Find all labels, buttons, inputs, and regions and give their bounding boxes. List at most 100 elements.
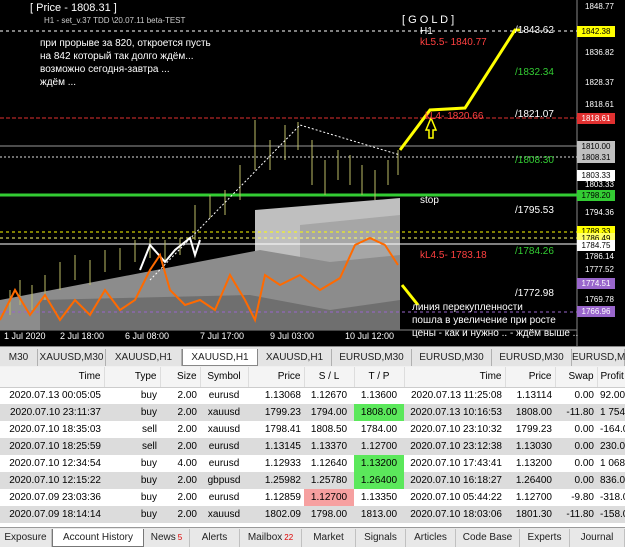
time-tick: 2 Jul 18:00 — [60, 331, 105, 341]
table-cell: 1.13068 — [248, 387, 304, 404]
tab-experts[interactable]: Experts — [520, 529, 570, 547]
table-row[interactable]: 2020.07.10 18:25:59 sell 2.00 eurusd 1.13145… — [0, 438, 625, 455]
table-cell: 0.00 — [555, 387, 597, 404]
level-label: /1795.53 — [515, 205, 554, 216]
table-row[interactable]: 2020.07.09 18:14:14 buy 2.00 xauusd 1802.09 1… — [0, 506, 625, 523]
table-cell: 2020.07.10 12:34:54 — [0, 455, 104, 472]
column-header-time[interactable]: Time — [0, 367, 105, 388]
table-row[interactable]: 2020.07.10 18:35:03 sell 2.00 xauusd 1798.41… — [0, 421, 625, 438]
table-cell: 2.00 — [160, 506, 200, 523]
table-cell: buy — [104, 472, 160, 489]
table-cell: 1.12700 — [505, 489, 555, 506]
table-cell: 2020.07.10 05:44:22 — [404, 489, 505, 506]
price-box: 1766.96 — [577, 306, 615, 317]
chart-tab[interactable]: EURUSD,M30 — [332, 349, 412, 366]
table-row[interactable]: 2020.07.13 00:05:05 buy 2.00 eurusd 1.13068 1… — [0, 387, 625, 404]
table-cell: 2020.07.10 16:18:27 — [404, 472, 505, 489]
table-cell: 2020.07.13 00:05:05 — [0, 387, 104, 404]
column-header-symbol[interactable]: Symbol — [200, 367, 249, 388]
table-cell: 2020.07.13 10:16:53 — [404, 404, 505, 421]
table-cell: 1802.09 — [248, 506, 304, 523]
table-cell: 836.00 — [597, 472, 625, 489]
level-label: kL4- 1820.66 — [425, 111, 484, 122]
table-cell: 1.13600 — [354, 387, 404, 404]
tab-journal[interactable]: Journal — [570, 529, 625, 547]
table-cell: 1808.50 — [304, 421, 354, 438]
price-chart[interactable]: [ Price - 1808.31 ] H1 - set_v.37 TDD \2… — [0, 0, 625, 346]
table-cell: sell — [104, 438, 160, 455]
table-row[interactable]: 2020.07.10 12:15:22 buy 2.00 gbpusd 1.25982 1… — [0, 472, 625, 489]
table-cell: -11.80 — [555, 506, 597, 523]
chart-tab[interactable]: XAUUSD,M30 — [38, 349, 106, 366]
tab-signals[interactable]: Signals — [356, 529, 406, 547]
tab-label: Market — [313, 532, 344, 543]
column-header-close-price[interactable]: Price — [505, 367, 556, 388]
table-cell: 1.25780 — [304, 472, 354, 489]
price-box: 1774.51 — [577, 278, 615, 289]
tab-code-base[interactable]: Code Base — [456, 529, 520, 547]
level-label: /1843.62 — [515, 25, 554, 36]
tab-mailbox[interactable]: Mailbox 22 — [240, 529, 302, 547]
table-cell: 1.26400 — [505, 472, 555, 489]
level-label: /1808.30 — [515, 155, 554, 166]
column-header-sl[interactable]: S / L — [304, 367, 355, 388]
chart-symbol: [ G O L D ] — [402, 14, 455, 26]
chart-tab[interactable]: EURUSD,M30 — [492, 349, 572, 366]
chart-tab[interactable]: XAUUSD,H1 — [106, 349, 182, 366]
table-cell: eurusd — [200, 438, 248, 455]
price-tick: 1818.61 — [585, 100, 614, 109]
price-box: 1803.33 — [577, 170, 615, 181]
level-label: /1832.34 — [515, 67, 554, 78]
table-cell: 2.00 — [160, 421, 200, 438]
column-header-price[interactable]: Price — [248, 367, 305, 388]
tab-alerts[interactable]: Alerts — [190, 529, 240, 547]
chart-tab[interactable]: EURUSD,M30 — [412, 349, 492, 366]
table-row[interactable]: 2020.07.10 23:11:37 buy 2.00 xauusd 1799.23 1… — [0, 404, 625, 421]
table-cell: 2.00 — [160, 472, 200, 489]
column-header-tp[interactable]: T / P — [354, 367, 405, 388]
column-header-profit[interactable]: Profit — [597, 367, 625, 388]
level-label: /1821.07 — [515, 109, 554, 120]
chart-tab[interactable]: EURUSD,M3 — [572, 349, 625, 366]
table-cell: 1.13200 — [505, 455, 555, 472]
table-cell: -11.80 — [555, 404, 597, 421]
column-header-swap[interactable]: Swap — [555, 367, 598, 388]
stop-label: stop — [420, 195, 439, 206]
mailbox-count-badge: 22 — [284, 533, 294, 542]
table-cell: 0.00 — [555, 438, 597, 455]
table-cell: xauusd — [200, 506, 248, 523]
table-cell: 1799.23 — [248, 404, 304, 421]
tab-news[interactable]: News 5 — [144, 529, 190, 547]
table-cell: 230.00 — [597, 438, 625, 455]
tab-label: Alerts — [201, 532, 228, 543]
column-header-close-time[interactable]: Time — [404, 367, 506, 388]
chart-tab[interactable]: M30 — [0, 349, 38, 366]
price-tick: 1848.77 — [585, 2, 614, 11]
table-cell: buy — [104, 489, 160, 506]
table-cell: 2020.07.10 17:43:41 — [404, 455, 505, 472]
table-cell: buy — [104, 506, 160, 523]
chart-tab[interactable]: XAUUSD,H1 — [258, 349, 332, 366]
chart-tab-active[interactable]: XAUUSD,H1 — [182, 349, 258, 366]
price-tick: 1803.33 — [585, 180, 614, 189]
table-cell: 2020.07.10 18:25:59 — [0, 438, 104, 455]
table-cell: 1798.41 — [248, 421, 304, 438]
tab-account-history[interactable]: Account History — [52, 529, 144, 547]
table-cell: -164.00 — [597, 421, 625, 438]
tab-exposure[interactable]: Exposure — [0, 529, 52, 547]
tab-market[interactable]: Market — [302, 529, 356, 547]
column-header-size[interactable]: Size — [160, 367, 201, 388]
table-cell: 2020.07.09 23:03:36 — [0, 489, 104, 506]
table-cell: -318.00 — [597, 489, 625, 506]
table-row[interactable]: 2020.07.10 12:34:54 buy 4.00 eurusd 1.12933 1… — [0, 455, 625, 472]
terminal-tabs: Exposure Account History News 5 Alerts Ma… — [0, 527, 625, 547]
tab-articles[interactable]: Articles — [406, 529, 456, 547]
table-cell: 2020.07.10 23:12:38 — [404, 438, 505, 455]
table-cell: 0.00 — [555, 421, 597, 438]
table-cell: 1.12700 — [304, 489, 354, 506]
tab-label: Experts — [527, 532, 562, 543]
table-cell: buy — [104, 387, 160, 404]
table-cell: 0.00 — [555, 455, 597, 472]
column-header-type[interactable]: Type — [104, 367, 161, 388]
table-row[interactable]: 2020.07.09 23:03:36 buy 2.00 eurusd 1.12859 1… — [0, 489, 625, 506]
